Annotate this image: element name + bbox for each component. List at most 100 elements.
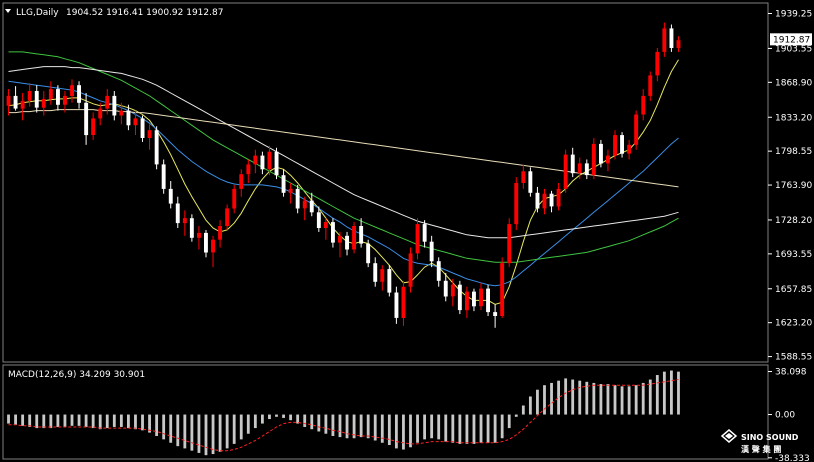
candle	[345, 231, 349, 256]
candle-body	[253, 155, 258, 165]
candle	[528, 167, 533, 197]
candle-body	[70, 85, 74, 96]
candle	[599, 139, 603, 168]
candle-body	[211, 239, 215, 253]
ohlc-readout: 1904.52 1916.41 1900.92 1912.87	[66, 8, 223, 18]
price-panel-frame	[2, 2, 769, 363]
candle-body	[514, 183, 519, 225]
candle-body	[34, 91, 39, 108]
macd-histogram	[7, 370, 680, 456]
candle-body	[443, 280, 448, 297]
candle-body	[620, 135, 624, 154]
candle-body	[323, 222, 328, 228]
candle	[204, 229, 208, 258]
candle	[493, 304, 498, 328]
candle-body	[232, 188, 237, 209]
candle	[13, 86, 18, 111]
candle-body	[20, 100, 25, 109]
candle-body	[535, 192, 540, 209]
candle-body	[48, 89, 53, 99]
candle-body	[359, 226, 364, 244]
candle-body	[225, 208, 230, 226]
candle-body	[500, 263, 505, 316]
candle-body	[288, 188, 293, 193]
candle-body	[676, 40, 681, 48]
candle-body	[549, 193, 554, 207]
candle-body	[591, 143, 596, 176]
candle	[465, 286, 469, 318]
candle	[323, 218, 328, 240]
candle	[634, 110, 639, 150]
candle-body	[387, 269, 392, 293]
candle-body	[6, 95, 11, 106]
candle-body	[373, 263, 378, 282]
price-tick-label: 1939.25	[775, 10, 812, 20]
macd-tick-label: 0.00	[775, 411, 795, 421]
candle-body	[613, 135, 617, 156]
candle-body	[655, 51, 660, 76]
candle	[542, 188, 547, 215]
candle-body	[415, 224, 420, 254]
candle-body	[627, 144, 632, 154]
candle-body	[493, 312, 498, 316]
candle	[260, 151, 265, 175]
sino-sound-logo: SINO SOUND 漢 聲 集 團	[720, 429, 799, 454]
candle	[218, 220, 222, 248]
candle-body	[584, 163, 589, 176]
candle-body	[239, 174, 244, 189]
candle-body	[182, 218, 187, 224]
candle-body	[168, 188, 173, 204]
candle	[486, 284, 490, 317]
candle	[450, 278, 455, 307]
candle	[338, 231, 342, 258]
candle	[211, 235, 215, 268]
candle-body	[429, 241, 434, 262]
candle	[641, 89, 646, 121]
candle	[606, 149, 610, 172]
candle-body	[119, 110, 124, 116]
candle	[161, 159, 166, 194]
candle-body	[648, 75, 653, 96]
candle	[627, 139, 632, 160]
candle	[359, 218, 364, 248]
candle-body	[63, 95, 67, 105]
candle	[189, 214, 194, 242]
price-tick-label: 1657.85	[775, 285, 812, 295]
candle	[429, 235, 434, 268]
candle-body	[274, 151, 279, 176]
candle	[408, 247, 413, 293]
candle-body	[197, 232, 201, 238]
price-tick-label: 1623.20	[775, 319, 812, 329]
candle	[584, 159, 589, 180]
candle-body	[281, 175, 286, 193]
candle	[225, 204, 230, 230]
candle-body	[577, 163, 582, 174]
candle	[521, 164, 526, 189]
candle-body	[218, 226, 222, 240]
candle-body	[154, 130, 159, 165]
candle	[352, 222, 356, 254]
dropdown-arrow-icon[interactable]	[5, 9, 11, 13]
candle-body	[380, 269, 385, 282]
moving-average-line-ma_mid	[8, 80, 679, 287]
price-tick-label: 1763.90	[775, 181, 812, 191]
candle	[112, 91, 117, 121]
candle-body	[408, 253, 413, 287]
price-tick-label: 1903.55	[775, 44, 812, 54]
candle-body	[338, 235, 342, 243]
price-tick-label: 1833.20	[775, 113, 812, 123]
candle-body	[91, 118, 96, 135]
chart: LLG,Daily 1904.52 1916.41 1900.92 1912.8…	[2, 2, 812, 462]
candle	[309, 192, 314, 217]
candle-body	[316, 212, 321, 228]
candle-body	[662, 28, 667, 52]
macd-signal-polyline	[8, 379, 679, 452]
candle-body	[345, 235, 349, 250]
candle	[168, 181, 173, 209]
candle	[500, 257, 505, 318]
candle-body	[140, 118, 145, 138]
candle-body	[457, 284, 462, 311]
candle	[613, 130, 617, 160]
logo-chinese: 漢 聲 集 團	[741, 444, 781, 454]
candle-body	[366, 243, 371, 264]
